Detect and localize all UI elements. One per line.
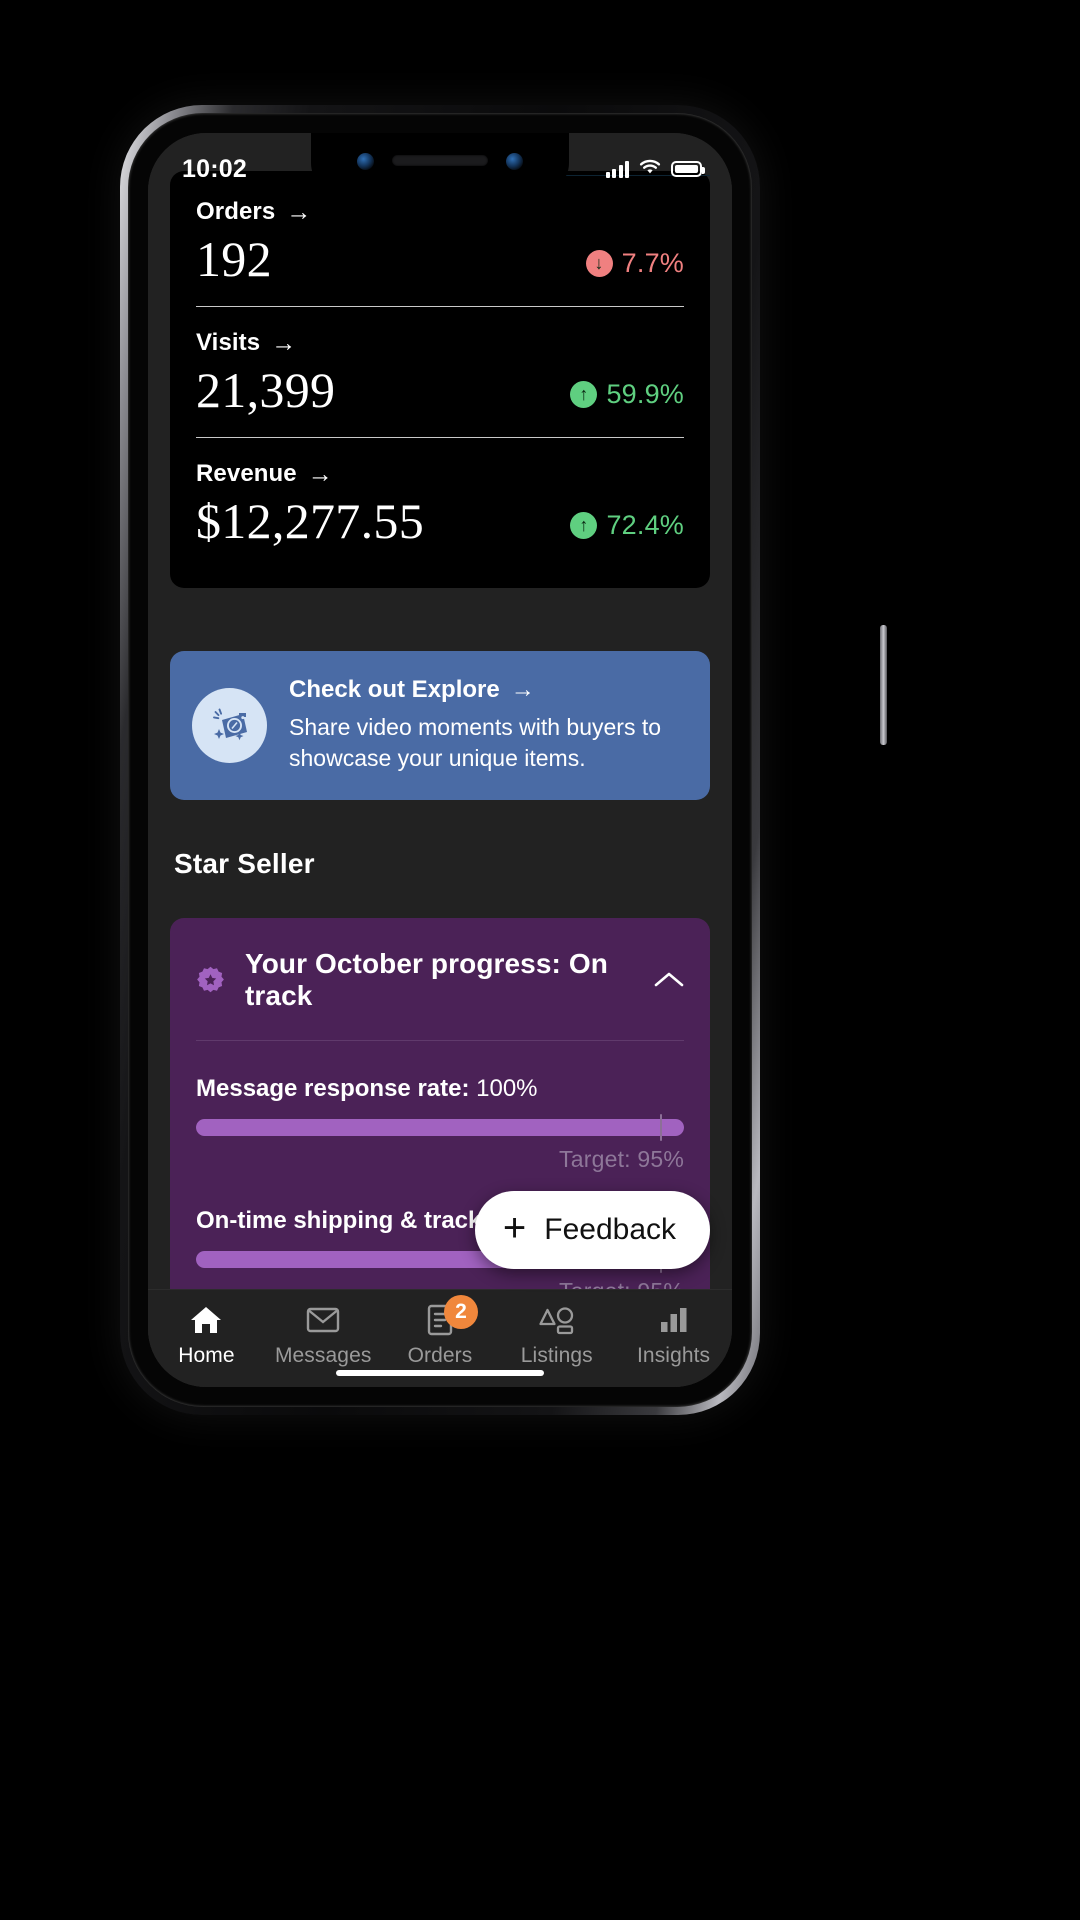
phone-bezel: 10:02 Orders → 192 ↓ 7.7% Visits → 21,39…	[128, 113, 752, 1407]
bar-chart-icon	[659, 1303, 689, 1337]
feedback-button[interactable]: + Feedback	[474, 1191, 710, 1269]
arrow-right-icon: →	[307, 459, 333, 488]
stat-row-orders[interactable]: Orders → 192 ↓ 7.7%	[196, 176, 684, 306]
tab-home-label: Home	[178, 1344, 235, 1367]
orders-badge-count: 2	[443, 1295, 478, 1329]
feedback-button-label: Feedback	[544, 1213, 676, 1246]
progress-fill	[196, 1119, 684, 1137]
tab-listings-label: Listings	[520, 1344, 593, 1367]
star-seller-card-title: Your October progress: On track	[245, 948, 608, 1012]
tab-listings[interactable]: Listings	[498, 1303, 615, 1368]
power-button[interactable]	[880, 625, 887, 745]
stat-row-visits[interactable]: Visits → 21,399 ↑ 59.9%	[196, 306, 684, 437]
arrow-up-icon: ↑	[570, 512, 598, 539]
progress-bar	[196, 1114, 684, 1142]
home-scroll-area[interactable]: Orders → 192 ↓ 7.7% Visits → 21,399 ↑ 59…	[148, 133, 732, 1289]
stat-delta-text: 59.9%	[606, 379, 684, 409]
notch	[311, 133, 569, 193]
explore-banner-subtitle: Share video moments with buyers to showc…	[289, 714, 662, 772]
battery-full-icon	[671, 161, 705, 177]
metric-message-response-rate: Message response rate: 100% Target: 95%	[196, 1041, 684, 1173]
tab-insights[interactable]: Insights	[615, 1303, 732, 1368]
explore-banner[interactable]: Check out Explore → Share video moments …	[170, 651, 710, 801]
stat-label-text: Visits	[196, 329, 261, 356]
tab-insights-label: Insights	[636, 1344, 711, 1367]
home-indicator[interactable]	[336, 1370, 544, 1376]
stat-label-text: Orders	[196, 198, 276, 225]
arrow-right-icon: →	[286, 197, 312, 226]
face-id-sensor-icon	[506, 153, 523, 170]
arrow-down-icon: ↓	[585, 250, 613, 277]
stat-delta-text: 72.4%	[606, 510, 684, 540]
mail-icon	[306, 1303, 340, 1337]
status-bar-time: 10:02	[182, 154, 247, 183]
stat-delta-visits: ↑ 59.9%	[570, 379, 684, 410]
explore-banner-text: Check out Explore → Share video moments …	[289, 676, 688, 774]
video-camera-sparkle-icon	[192, 687, 267, 763]
home-icon	[190, 1303, 222, 1337]
stat-label-text: Revenue	[196, 460, 297, 487]
plus-icon: +	[502, 1206, 527, 1250]
phone-screen: 10:02 Orders → 192 ↓ 7.7% Visits → 21,39…	[148, 133, 732, 1387]
stat-label-orders: Orders →	[196, 198, 684, 226]
star-seller-badge-icon	[196, 966, 225, 995]
star-seller-card-header[interactable]: Your October progress: On track	[196, 918, 684, 1042]
front-camera-icon	[357, 153, 374, 170]
explore-banner-title-row: Check out Explore →	[289, 676, 688, 704]
stats-card: Orders → 192 ↓ 7.7% Visits → 21,399 ↑ 59…	[170, 171, 710, 588]
etsy-seller-app: Orders → 192 ↓ 7.7% Visits → 21,399 ↑ 59…	[148, 133, 732, 1387]
tab-home[interactable]: Home	[148, 1303, 265, 1368]
arrow-right-icon: →	[510, 676, 535, 703]
arrow-right-icon: →	[271, 328, 297, 357]
tab-orders[interactable]: 2 Orders	[382, 1295, 499, 1368]
stat-delta-text: 7.7%	[621, 248, 684, 278]
metric-label: Message response rate: 100%	[196, 1075, 684, 1103]
metric-label-name: Message response rate:	[196, 1075, 470, 1103]
arrow-up-icon: ↑	[570, 381, 598, 408]
stat-row-revenue[interactable]: Revenue → $12,277.55 ↑ 72.4%	[196, 437, 684, 568]
section-title-star-seller: Star Seller	[174, 848, 315, 880]
metric-label-value: 100%	[469, 1075, 538, 1103]
status-bar-indicators	[605, 158, 705, 181]
stat-label-revenue: Revenue →	[196, 460, 684, 488]
stat-delta-revenue: ↑ 72.4%	[570, 510, 684, 541]
listings-icon	[539, 1303, 575, 1337]
tab-messages[interactable]: Messages	[265, 1303, 382, 1368]
metric-target-label: Target: 95%	[196, 1278, 684, 1289]
target-tick	[659, 1114, 662, 1142]
wifi-icon	[638, 158, 662, 181]
earpiece-speaker	[392, 155, 488, 166]
tab-orders-label: Orders	[407, 1344, 473, 1367]
cellular-signal-icon	[605, 160, 629, 178]
metric-target-label: Target: 95%	[559, 1146, 684, 1173]
explore-banner-title: Check out Explore	[289, 676, 500, 703]
tab-messages-label: Messages	[274, 1344, 372, 1367]
phone-frame: 10:02 Orders → 192 ↓ 7.7% Visits → 21,39…	[120, 105, 887, 1415]
stat-delta-orders: ↓ 7.7%	[585, 248, 684, 279]
stat-label-visits: Visits →	[196, 329, 684, 357]
screenshot-stage: 10:02 Orders → 192 ↓ 7.7% Visits → 21,39…	[0, 0, 1080, 1920]
chevron-up-icon[interactable]	[654, 971, 684, 989]
